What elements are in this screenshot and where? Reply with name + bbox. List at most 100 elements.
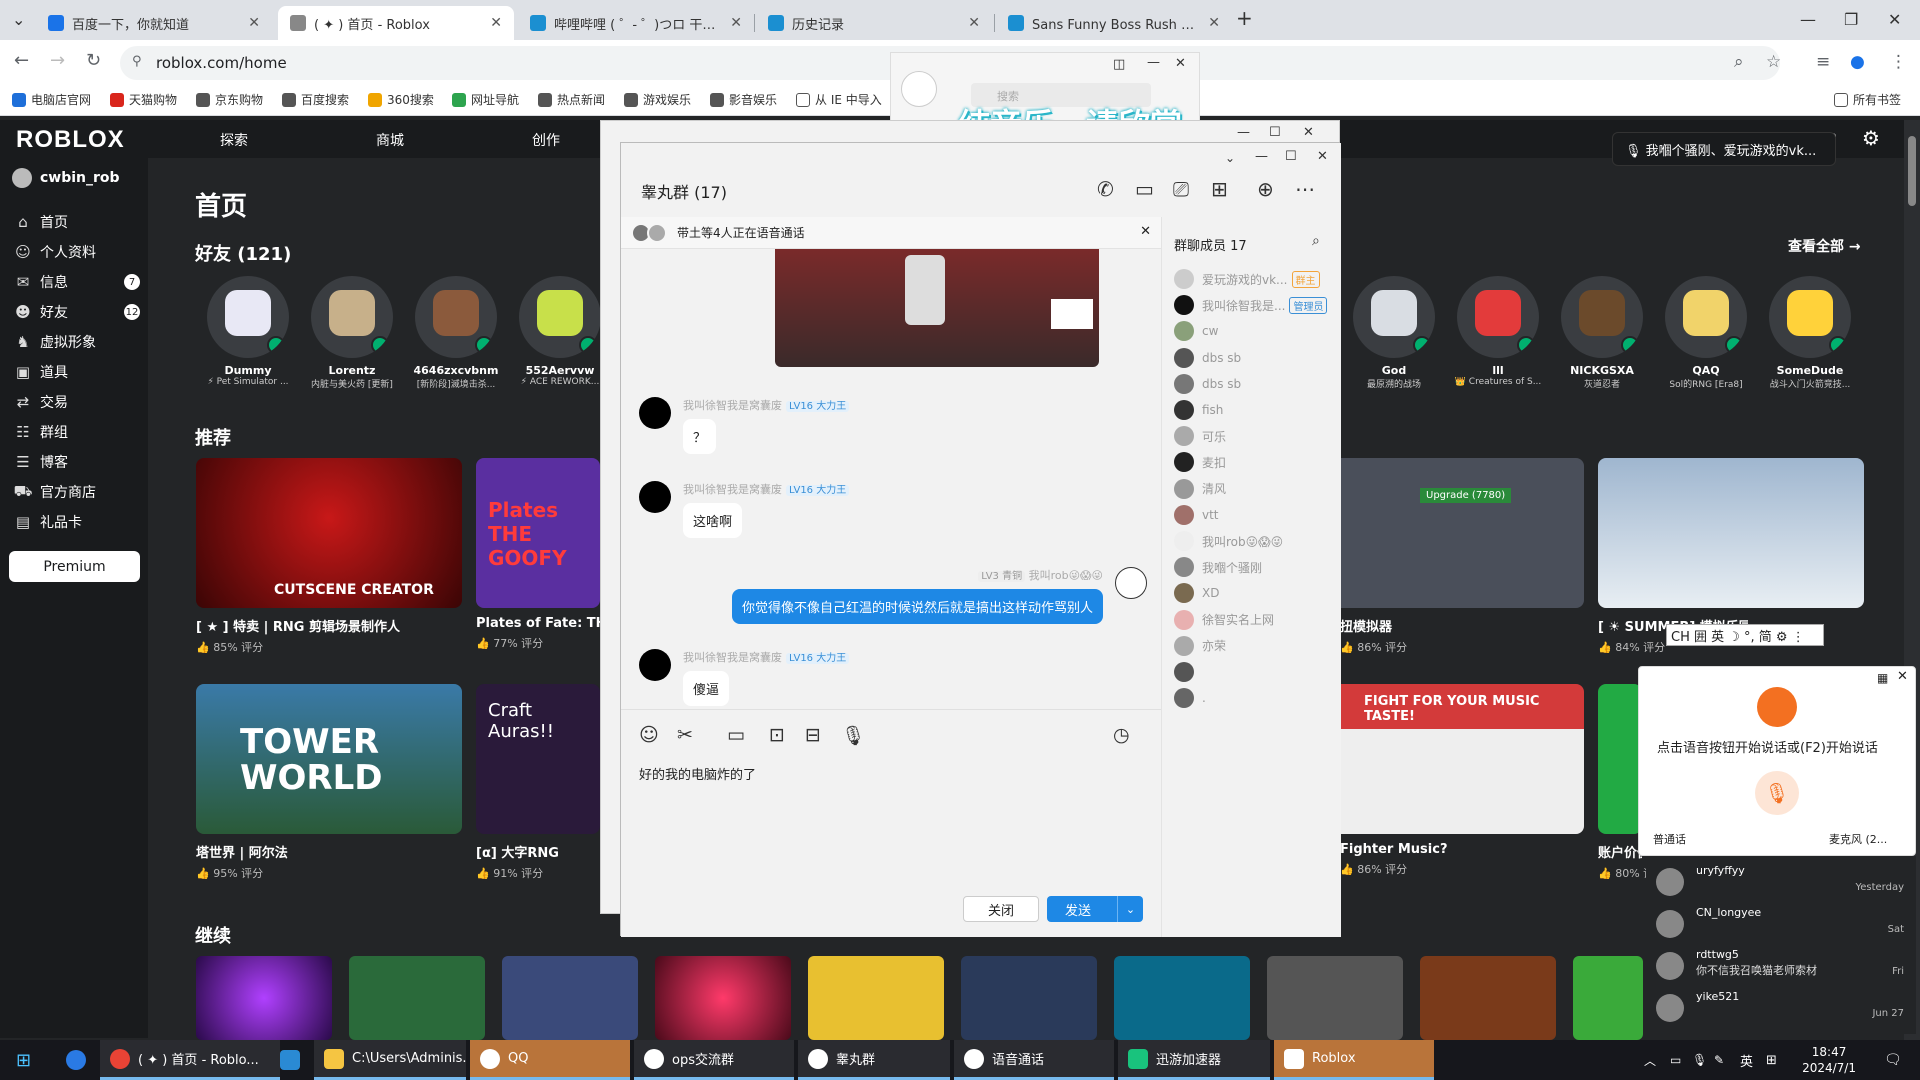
grid-icon[interactable]: ▦ bbox=[1877, 671, 1888, 685]
taskbar-app[interactable]: ( ✦ ) 首页 - Roblo... bbox=[100, 1040, 280, 1080]
tab-bilibili[interactable]: 哔哩哔哩 ( ゜- ゜)つロ 干杯~-bi ✕ bbox=[518, 6, 754, 40]
message-bubble[interactable]: 你觉得像不像自己红温的时候说然后就是搞出这样动作骂别人 bbox=[731, 589, 1103, 624]
settings-gear-icon[interactable]: ⚙ bbox=[1862, 126, 1880, 150]
chevron-down-icon[interactable]: ⌄ bbox=[1117, 896, 1143, 922]
scrollbar-thumb[interactable] bbox=[1908, 136, 1916, 206]
taskbar-app[interactable]: 迅游加速器 bbox=[1118, 1040, 1270, 1080]
microphone-button[interactable]: 🎙 bbox=[1755, 771, 1799, 815]
close-icon[interactable]: ✕ bbox=[730, 15, 742, 31]
reload-icon[interactable]: ↻ bbox=[86, 50, 101, 71]
avatar[interactable] bbox=[639, 481, 671, 513]
red-packet-icon[interactable]: ⊟ bbox=[805, 724, 821, 746]
profile-icon[interactable]: ● bbox=[1850, 52, 1865, 72]
member-item[interactable]: dbs sb bbox=[1174, 373, 1334, 394]
maximize-icon[interactable]: ☐ bbox=[1269, 125, 1281, 140]
member-item[interactable]: 可乐 bbox=[1174, 426, 1334, 447]
member-item[interactable]: 徐智实名上网 bbox=[1174, 609, 1334, 630]
friend-tile[interactable]: lll 👑 Creatures of S... bbox=[1448, 276, 1548, 387]
add-icon[interactable]: ⊕ bbox=[1257, 177, 1274, 201]
taskbar-app[interactable]: ops交流群 bbox=[634, 1040, 794, 1080]
close-button[interactable]: 关闭 bbox=[963, 896, 1039, 922]
pen-icon[interactable]: ✎ bbox=[1704, 1040, 1724, 1080]
list-item[interactable]: yike521 Jun 27 bbox=[1656, 988, 1910, 1028]
list-item[interactable]: rdttwg5 你不信我召唤猫老师索材 Fri bbox=[1656, 946, 1910, 986]
member-item[interactable]: 我叫徐智我是... 管理员 bbox=[1174, 295, 1334, 316]
system-clock[interactable]: 18:47 2024/7/1 bbox=[1802, 1044, 1856, 1076]
game-card[interactable]: Upgrade (7780) 扭模拟器 👍 86% 评分 bbox=[1340, 458, 1584, 655]
game-card[interactable]: Craft Auras!! [α] 大字RNG 👍 91% 评分 bbox=[476, 684, 600, 881]
continue-game[interactable] bbox=[961, 956, 1097, 1040]
bookmark-item[interactable]: 影音娱乐 bbox=[710, 91, 777, 108]
sidebar-user[interactable]: cwbin_rob bbox=[12, 168, 120, 188]
bookmark-item[interactable]: 游戏娱乐 bbox=[624, 91, 691, 108]
bookmark-item[interactable]: 天猫购物 bbox=[110, 91, 177, 108]
start-icon[interactable]: ⊞ bbox=[6, 1040, 31, 1080]
keyboard-icon[interactable]: ⊞ bbox=[1756, 1040, 1777, 1080]
sidebar-item-messages[interactable]: ✉ 信息 7 bbox=[12, 272, 140, 292]
bookmark-item[interactable]: 热点新闻 bbox=[538, 91, 605, 108]
bookmark-item[interactable]: 百度搜索 bbox=[282, 91, 349, 108]
minimize-icon[interactable]: — bbox=[1255, 149, 1268, 164]
sidebar-item-giftcards[interactable]: ▤ 礼品卡 bbox=[12, 512, 140, 532]
taskbar-app[interactable] bbox=[270, 1040, 308, 1080]
close-icon[interactable]: ✕ bbox=[1317, 149, 1328, 164]
bookmark-item[interactable]: 从 IE 中导入 bbox=[796, 91, 882, 108]
screen-share-icon[interactable]: ⎚ bbox=[1173, 177, 1189, 201]
menu-icon[interactable]: ⋮ bbox=[1890, 52, 1907, 72]
friend-tile[interactable]: 4646zxcvbnm [新阶段]滅境击杀... bbox=[406, 276, 506, 390]
continue-game[interactable] bbox=[1114, 956, 1250, 1040]
notification-icon[interactable]: 🗨 bbox=[1874, 1040, 1902, 1080]
continue-game[interactable] bbox=[349, 956, 485, 1040]
friend-tile[interactable]: Dummy ⚡ Pet Simulator ... bbox=[198, 276, 298, 387]
close-icon[interactable]: ✕ bbox=[1897, 669, 1908, 684]
member-item[interactable]: 清风 bbox=[1174, 478, 1334, 499]
tray-chevron-icon[interactable]: ︿ bbox=[1634, 1040, 1656, 1080]
language-select[interactable]: 普通话 bbox=[1653, 831, 1686, 847]
message-bubble[interactable]: 这啥啊 bbox=[683, 503, 743, 538]
voice-call-banner[interactable]: 带土等4人正在语音通话 ✕ bbox=[621, 217, 1161, 249]
member-item[interactable]: 爱玩游戏的vk... 群主 bbox=[1174, 269, 1334, 289]
minimize-icon[interactable]: — bbox=[1147, 55, 1160, 70]
nav-discover[interactable]: 探索 bbox=[220, 130, 248, 150]
member-item[interactable]: dbs sb bbox=[1174, 347, 1334, 368]
video-call-icon[interactable]: ▭ bbox=[1135, 177, 1154, 201]
game-card[interactable]: Plates THE GOOFY Plates of Fate: THE GOO… bbox=[476, 458, 600, 651]
back-arrow-icon[interactable]: ← bbox=[14, 50, 29, 71]
new-tab-button[interactable]: + bbox=[1236, 6, 1253, 30]
emoji-icon[interactable]: ☺ bbox=[639, 724, 659, 746]
list-item[interactable]: CN_longyee Sat bbox=[1656, 904, 1910, 944]
close-icon[interactable]: ✕ bbox=[490, 15, 502, 31]
game-card[interactable]: FIGHT FOR YOUR MUSIC TASTE! Fighter Musi… bbox=[1340, 684, 1584, 877]
close-icon[interactable]: ✕ bbox=[1175, 56, 1186, 71]
avatar[interactable] bbox=[639, 649, 671, 681]
shared-image[interactable] bbox=[775, 249, 1099, 367]
taskbar-app[interactable]: QQ bbox=[470, 1040, 630, 1080]
friend-tile[interactable]: QAQ Sol的RNG [Era8] bbox=[1656, 276, 1756, 390]
nav-create[interactable]: 创作 bbox=[532, 130, 560, 150]
friends-heading[interactable]: 好友 (121) bbox=[195, 240, 291, 266]
member-item[interactable]: 我嗰个骚刚 bbox=[1174, 557, 1334, 578]
qq-avatar[interactable] bbox=[901, 71, 937, 107]
minimize-icon[interactable]: — bbox=[1237, 125, 1250, 140]
bookmark-item[interactable]: 网址导航 bbox=[452, 91, 519, 108]
friend-tile[interactable]: SomeDude 战斗入门火箭竞技... bbox=[1760, 276, 1860, 390]
sidebar-item-store[interactable]: ⛟ 官方商店 bbox=[12, 482, 140, 502]
close-icon[interactable]: ✕ bbox=[1303, 125, 1314, 140]
tab-search-icon[interactable]: ⌄ bbox=[12, 10, 25, 29]
friend-tile[interactable]: God 最原溯的战场 bbox=[1344, 276, 1444, 390]
voice-notification[interactable]: 🎙 我嗰个骚刚、爱玩游戏的vk... bbox=[1612, 132, 1836, 166]
avatar[interactable] bbox=[639, 397, 671, 429]
close-icon[interactable]: ✕ bbox=[248, 15, 260, 31]
ime-toolbar[interactable]: CH 囲 英 ☽ °, 简 ⚙ ⋮ bbox=[1666, 624, 1824, 646]
continue-game[interactable] bbox=[1420, 956, 1556, 1040]
message-bubble[interactable]: 傻逼 bbox=[683, 671, 730, 706]
premium-button[interactable]: Premium bbox=[9, 551, 140, 582]
member-item[interactable]: fish bbox=[1174, 400, 1334, 420]
more-icon[interactable]: ⋯ bbox=[1295, 177, 1315, 201]
media-icon[interactable]: ≡ bbox=[1816, 52, 1830, 72]
taskbar-app[interactable]: Roblox bbox=[1274, 1040, 1434, 1080]
send-button[interactable]: 发送 ⌄ bbox=[1047, 896, 1143, 922]
zoom-icon[interactable]: ⌕ bbox=[1734, 52, 1744, 72]
tab-sans[interactable]: Sans Funny Boss Rush 困难模 ✕ bbox=[996, 6, 1232, 40]
member-item[interactable]: . bbox=[1174, 688, 1334, 709]
